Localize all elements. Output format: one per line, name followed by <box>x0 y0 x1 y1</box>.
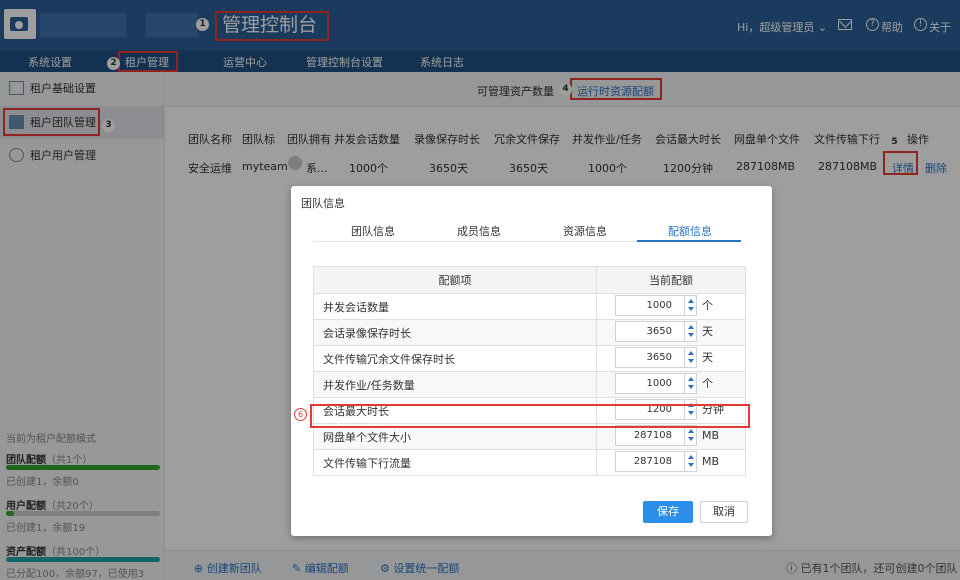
stepper-arrows-icon[interactable] <box>684 295 696 315</box>
tab-team-info[interactable]: 团队信息 <box>351 223 395 239</box>
tab-member-info[interactable]: 成员信息 <box>457 223 501 239</box>
unit-label: MB <box>702 454 720 468</box>
stepper-arrows-icon[interactable] <box>684 373 696 393</box>
stepper-arrows-icon[interactable] <box>684 451 696 471</box>
unit-label: 个 <box>702 299 713 312</box>
quota-item-label: 文件传输冗余文件保存时长 <box>313 345 597 372</box>
stepper-arrows-icon[interactable] <box>684 321 696 341</box>
quota-item-label: 会话录像保存时长 <box>313 319 597 346</box>
quota-stepper[interactable]: 1000 <box>615 372 697 394</box>
unit-label: 天 <box>702 351 713 364</box>
cancel-button[interactable]: 取消 <box>700 501 748 523</box>
quota-stepper[interactable]: 287108 <box>615 450 697 472</box>
table-row: 会话录像保存时长 3650 天 <box>313 319 746 346</box>
unit-label: MB <box>702 428 720 442</box>
stepper-arrows-icon[interactable] <box>684 425 696 445</box>
unit-label: 天 <box>702 325 713 338</box>
table-row: 并发作业/任务数量 1000 个 <box>313 371 746 398</box>
quota-table: 配额项 当前配额 并发会话数量 1000 个 会话录像保存时长 3650 天 文件传… <box>313 266 746 476</box>
quota-stepper[interactable]: 3650 <box>615 320 697 342</box>
column-header: 当前配额 <box>596 266 746 294</box>
highlight-box <box>310 404 750 428</box>
quota-stepper[interactable]: 3650 <box>615 346 697 368</box>
active-tab-indicator <box>637 240 741 242</box>
stepper-arrows-icon[interactable] <box>684 347 696 367</box>
unit-label: 个 <box>702 377 713 390</box>
column-header: 配额项 <box>313 266 597 294</box>
tab-quota-info[interactable]: 配额信息 <box>668 223 712 239</box>
table-row: 文件传输冗余文件保存时长 3650 天 <box>313 345 746 372</box>
team-info-dialog: 团队信息 团队信息 成员信息 资源信息 配额信息 配额项 当前配额 并发会话数量… <box>291 186 772 536</box>
table-row: 文件传输下行流量 287108 MB <box>313 449 746 476</box>
quota-item-label: 文件传输下行流量 <box>313 449 597 476</box>
step-marker: 6 <box>294 408 307 421</box>
quota-item-label: 并发作业/任务数量 <box>313 371 597 398</box>
table-row: 并发会话数量 1000 个 <box>313 293 746 320</box>
tab-resource-info[interactable]: 资源信息 <box>563 223 607 239</box>
dialog-title: 团队信息 <box>301 197 345 210</box>
save-button[interactable]: 保存 <box>643 501 693 523</box>
quota-item-label: 并发会话数量 <box>313 293 597 320</box>
quota-stepper[interactable]: 1000 <box>615 294 697 316</box>
